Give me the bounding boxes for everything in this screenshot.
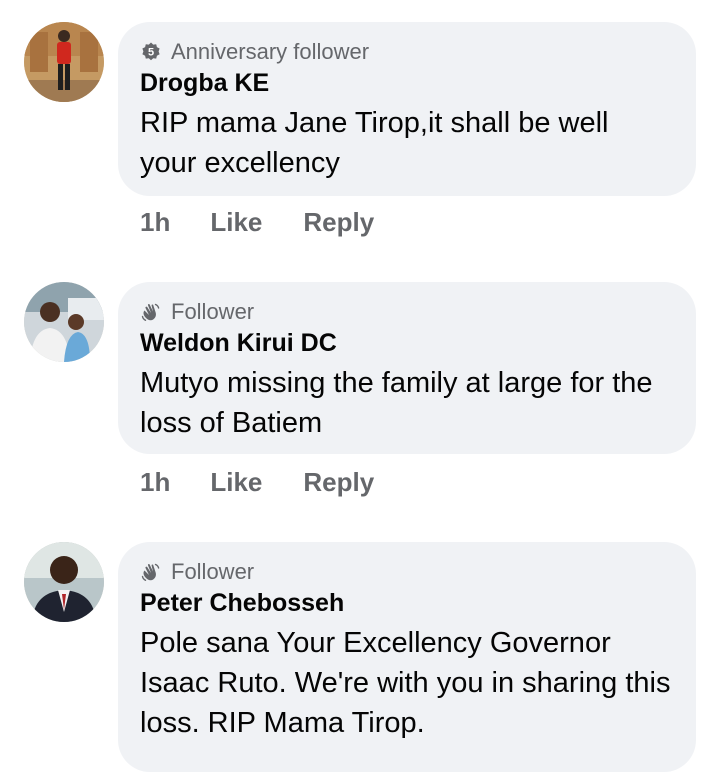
- badge-label: Follower: [171, 299, 255, 324]
- reply-button[interactable]: Reply: [303, 207, 374, 238]
- badge-label: Anniversary follower: [171, 39, 370, 64]
- reply-button[interactable]: Reply: [303, 467, 374, 498]
- badge-row: Follower: [140, 558, 672, 586]
- badge-label: Follower: [171, 559, 255, 584]
- comment-text: RIP mama Jane Tirop,it shall be well you…: [140, 107, 609, 179]
- timestamp[interactable]: 1h: [140, 207, 170, 238]
- like-button[interactable]: Like: [210, 467, 262, 498]
- comment-actions: 1h Like Reply: [140, 207, 374, 238]
- svg-text:5: 5: [148, 47, 154, 59]
- avatar[interactable]: [24, 282, 104, 362]
- timestamp[interactable]: 1h: [140, 467, 170, 498]
- wave-hand-icon: [140, 301, 162, 323]
- comment-text: Pole sana Your Excellency Governor Isaac…: [140, 627, 671, 739]
- avatar[interactable]: [24, 22, 104, 102]
- author-name[interactable]: Peter Chebosseh: [140, 587, 672, 619]
- anniversary-5-icon: 5: [140, 41, 162, 63]
- badge-row: Follower: [140, 298, 672, 326]
- avatar[interactable]: [24, 542, 104, 622]
- wave-hand-icon: [140, 561, 162, 583]
- badge-row: 5 Anniversary follower: [140, 38, 672, 66]
- comment-bubble: Follower Weldon Kirui DC Mutyo missing t…: [118, 282, 696, 454]
- like-button[interactable]: Like: [210, 207, 262, 238]
- author-name[interactable]: Drogba KE: [140, 67, 672, 99]
- comment-text: Mutyo missing the family at large for th…: [140, 367, 653, 439]
- comment-bubble: 5 Anniversary follower Drogba KE RIP mam…: [118, 22, 696, 196]
- comment-actions: 1h Like Reply: [140, 467, 374, 498]
- author-name[interactable]: Weldon Kirui DC: [140, 327, 672, 359]
- comment-bubble: Follower Peter Chebosseh Pole sana Your …: [118, 542, 696, 772]
